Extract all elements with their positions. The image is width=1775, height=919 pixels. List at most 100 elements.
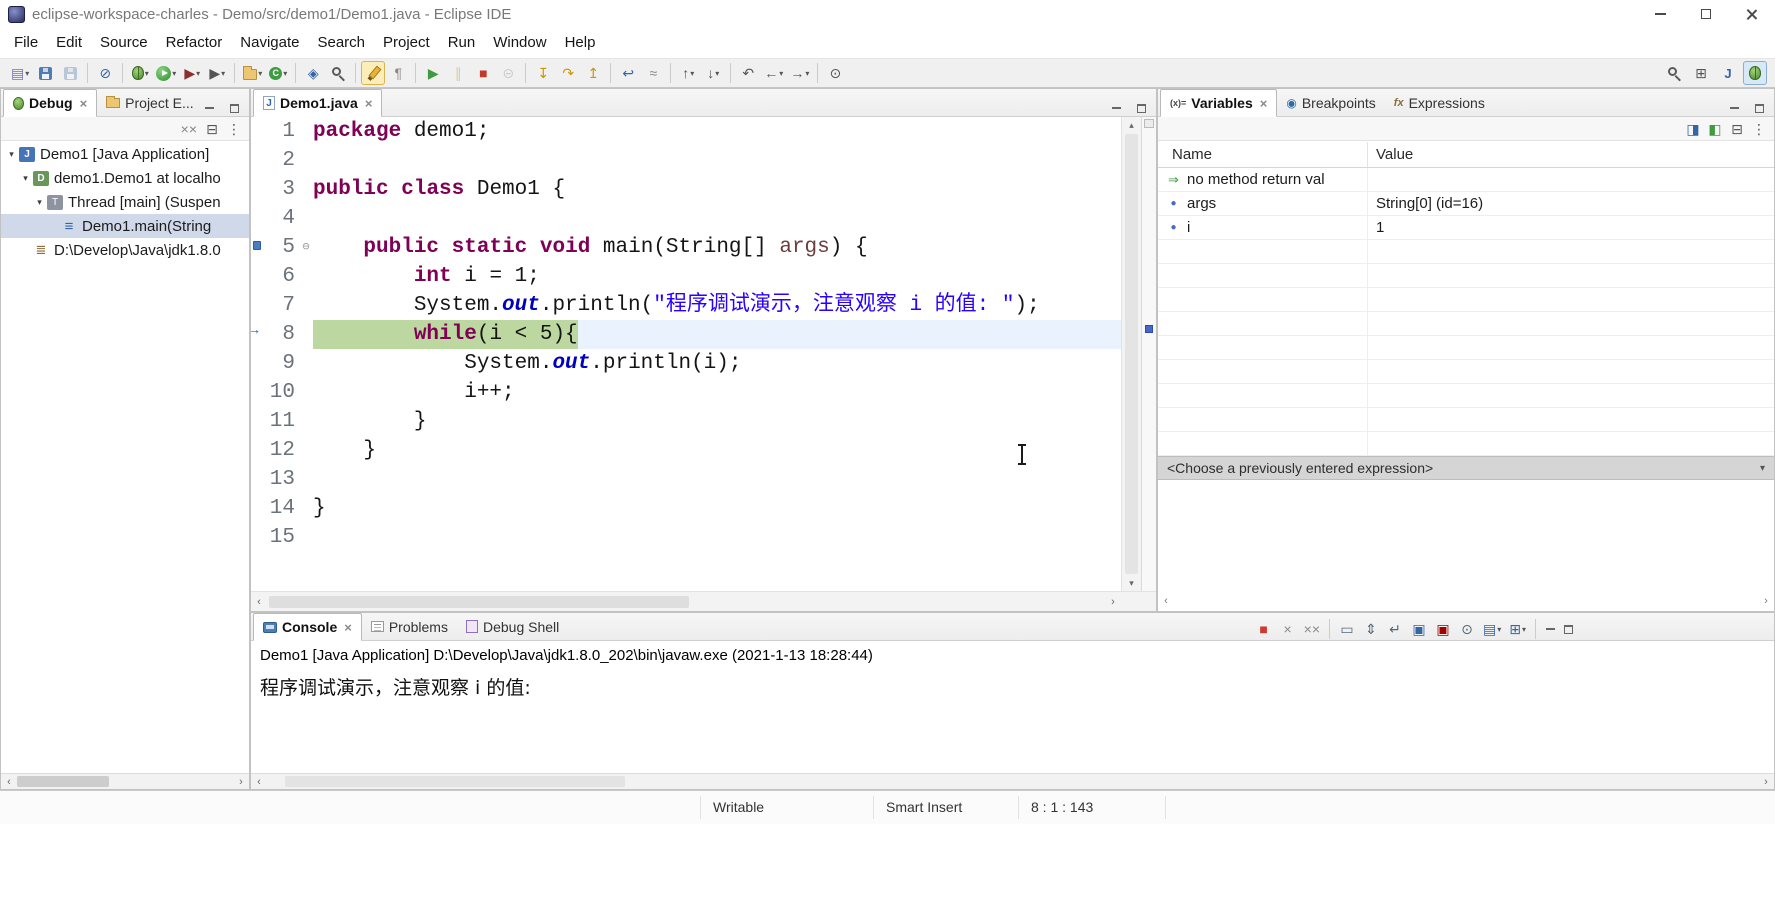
scroll-track[interactable] [17,774,233,789]
pin-console-button[interactable]: ⊙ [1456,618,1478,640]
code-line[interactable]: 1 package demo1; [251,117,1121,146]
variable-row[interactable]: ● args String[0] (id=16) [1158,192,1774,216]
scroll-track[interactable] [267,592,1105,611]
remove-all-terminated-button[interactable]: ×× [178,119,200,139]
code-line[interactable]: 2 [251,146,1121,175]
console-hscrollbar[interactable]: ‹ › [251,773,1774,789]
line-number[interactable]: 1 [263,117,299,146]
gutter-annotation-column[interactable] [251,378,263,407]
debug-tree-item[interactable]: ▾ J Demo1 [Java Application] [1,142,249,166]
java-perspective-button[interactable]: J [1716,61,1740,85]
line-number[interactable]: 9 [263,349,299,378]
menu-search[interactable]: Search [308,30,374,56]
previous-annotation-button[interactable]: ↑ ▾ [676,61,700,85]
menu-edit[interactable]: Edit [47,30,91,56]
step-over-button[interactable]: ↷ [556,61,580,85]
open-console-button[interactable]: ⊞ ▾ [1506,618,1529,640]
scroll-thumb[interactable] [285,776,625,787]
debug-tree-item[interactable]: ≣ D:\Develop\Java\jdk1.8.0 [1,238,249,262]
scroll-left-icon[interactable]: ‹ [1,774,17,790]
scroll-up-icon[interactable]: ▴ [1122,117,1141,133]
scroll-thumb[interactable] [17,776,109,787]
view-menu-button[interactable]: ⋮ [1749,119,1769,139]
code-line[interactable]: 5 ⊖ public static void main(String[] args… [251,233,1121,262]
quick-access-search-button[interactable] [1662,61,1686,85]
minimize-button[interactable] [1637,0,1683,28]
expander-icon[interactable]: ▾ [19,173,32,184]
open-type-button[interactable]: ◈ [301,61,325,85]
new-java-project-button[interactable]: ▾ [240,61,265,85]
scroll-left-icon[interactable]: ‹ [1158,593,1174,609]
collapse-all-button[interactable]: ⊟ [202,119,222,139]
gutter-annotation-column[interactable] [251,407,263,436]
show-whitespace-button[interactable]: ¶ [386,61,410,85]
code-line[interactable]: 10 i++; [251,378,1121,407]
line-number[interactable]: 13 [263,465,299,494]
tab-project-e[interactable]: Project E... [97,89,202,116]
close-icon[interactable]: × [344,620,352,635]
expander-icon[interactable]: ▾ [33,197,46,208]
search-button[interactable] [326,61,350,85]
menu-refactor[interactable]: Refactor [157,30,232,56]
tab-variables[interactable]: (x)= Variables × [1160,89,1278,117]
step-into-button[interactable]: ↧ [531,61,555,85]
remove-launch-button[interactable]: × [1277,618,1299,640]
menu-window[interactable]: Window [484,30,555,56]
code-line[interactable]: 9 System.out.println(i); [251,349,1121,378]
gutter-annotation-column[interactable] [251,349,263,378]
menu-source[interactable]: Source [91,30,157,56]
line-number[interactable]: 14 [263,494,299,523]
show-logical-structures-button[interactable]: ◧ [1705,119,1725,139]
tab-debug[interactable]: Debug × [3,89,98,117]
code-line[interactable]: → 8 while(i < 5){ [251,320,1121,349]
tab-demo1-java[interactable]: J Demo1.java × [253,89,383,117]
gutter-annotation-column[interactable] [251,175,263,204]
line-number[interactable]: 11 [263,407,299,436]
gutter-annotation-column[interactable] [251,146,263,175]
clear-console-button[interactable]: ▭ [1336,618,1358,640]
menu-help[interactable]: Help [556,30,605,56]
drop-to-frame-button[interactable]: ↩ [616,61,640,85]
remove-all-terminated-button[interactable]: ×× [1301,618,1323,640]
scroll-down-icon[interactable]: ▾ [1122,575,1141,591]
expression-entry-bar[interactable]: <Choose a previously entered expression>… [1158,456,1774,480]
new-java-class-button[interactable]: ▾ [266,61,290,85]
gutter-annotation-column[interactable] [251,262,263,291]
code-line[interactable]: 6 int i = 1; [251,262,1121,291]
gutter-annotation-column[interactable] [251,233,263,262]
line-number[interactable]: 3 [263,175,299,204]
minimize-view-button[interactable] [1108,100,1124,116]
scroll-left-icon[interactable]: ‹ [251,774,267,790]
terminate-button[interactable]: ■ [1253,618,1275,640]
debug-perspective-button[interactable] [1743,61,1767,85]
fold-collapse-icon[interactable]: ⊖ [299,233,313,262]
expander-icon[interactable]: ▾ [5,149,18,160]
maximize-view-button[interactable] [1751,100,1767,116]
code-line[interactable]: 3 public class Demo1 { [251,175,1121,204]
close-icon[interactable]: × [365,96,373,111]
editor-vscrollbar[interactable]: ▴ ▾ [1121,117,1141,591]
minimize-view-button[interactable] [1726,100,1742,116]
variable-row[interactable]: ⇒ no method return val [1158,168,1774,192]
line-number[interactable]: 2 [263,146,299,175]
gutter-annotation-column[interactable] [251,523,263,552]
line-number[interactable]: 15 [263,523,299,552]
use-step-filters-button[interactable]: ≈ [641,61,665,85]
tab-breakpoints[interactable]: ◉ Breakpoints [1277,89,1384,116]
overview-ruler[interactable] [1141,117,1156,591]
scroll-right-icon[interactable]: › [1105,592,1121,612]
menu-navigate[interactable]: Navigate [231,30,308,56]
maximize-view-button[interactable] [1560,621,1576,637]
scroll-thumb[interactable] [1125,134,1138,574]
new-wizard-button[interactable]: ▤ ▾ [8,61,32,85]
debug-tree-item[interactable]: ≡ Demo1.main(String [1,214,249,238]
display-selected-console-button[interactable]: ▤ ▾ [1480,618,1504,640]
tab-problems[interactable]: Problems [362,613,457,640]
line-number[interactable]: 6 [263,262,299,291]
scroll-track[interactable] [267,774,1758,789]
skip-all-breakpoints-button[interactable]: ⊘ [93,61,117,85]
code-line[interactable]: 4 [251,204,1121,233]
line-number[interactable]: 12 [263,436,299,465]
word-wrap-button[interactable]: ↵ [1384,618,1406,640]
scroll-right-icon[interactable]: › [1758,774,1774,790]
